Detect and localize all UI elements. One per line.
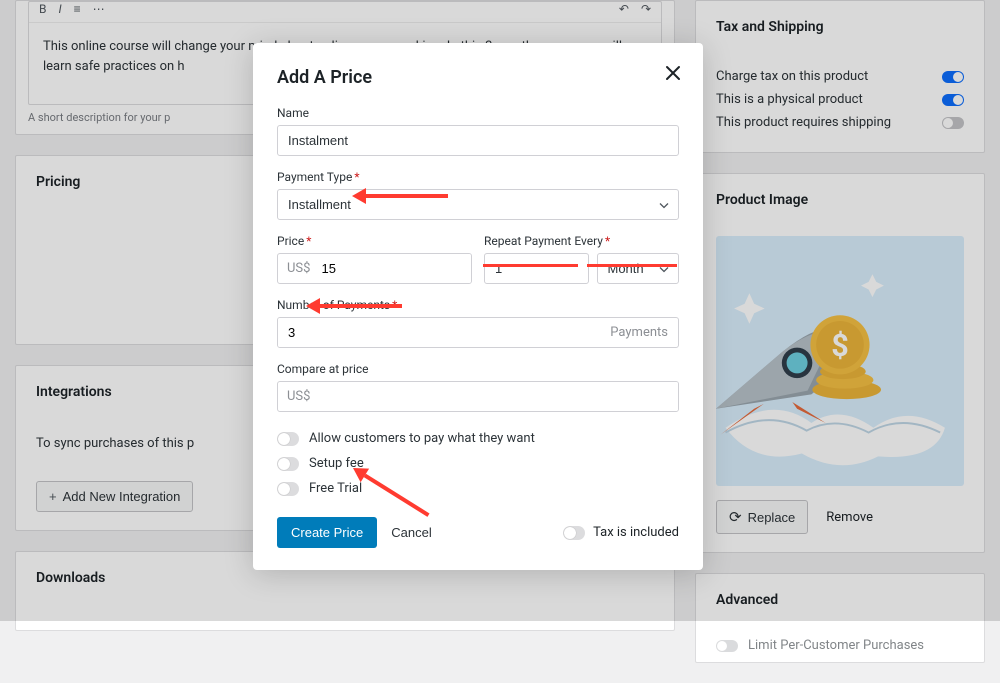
more-icon[interactable]: ⋯ bbox=[93, 2, 105, 16]
modal-title: Add A Price bbox=[277, 67, 679, 88]
refresh-icon: ⟳ bbox=[729, 508, 742, 526]
product-image-preview: $ bbox=[716, 236, 964, 486]
free-trial-label: Free Trial bbox=[309, 481, 362, 496]
pay-what-you-want-toggle[interactable] bbox=[277, 432, 299, 446]
annotation-underline bbox=[587, 264, 677, 267]
annotation-arrow bbox=[306, 300, 402, 312]
undo-icon[interactable]: ↶ bbox=[619, 2, 629, 16]
limit-purchases-label: Limit Per-Customer Purchases bbox=[748, 638, 924, 653]
list-icon[interactable]: ≡ bbox=[74, 2, 81, 16]
compare-price-label: Compare at price bbox=[277, 362, 679, 376]
replace-label: Replace bbox=[748, 510, 796, 525]
remove-image-link[interactable]: Remove bbox=[826, 510, 873, 525]
tax-shipping-title: Tax and Shipping bbox=[716, 19, 964, 35]
tax-included-toggle[interactable] bbox=[563, 526, 585, 540]
advanced-title: Advanced bbox=[716, 592, 964, 608]
close-icon bbox=[665, 65, 681, 81]
pay-what-you-want-label: Allow customers to pay what they want bbox=[309, 431, 535, 446]
compare-price-input[interactable] bbox=[319, 382, 678, 411]
physical-product-label: This is a physical product bbox=[716, 92, 863, 107]
italic-icon[interactable]: I bbox=[58, 2, 61, 16]
setup-fee-toggle[interactable] bbox=[277, 457, 299, 471]
product-image-title: Product Image bbox=[716, 192, 964, 208]
compare-price-currency: US$ bbox=[278, 382, 319, 411]
physical-product-toggle[interactable] bbox=[942, 94, 964, 106]
repeat-number-input[interactable] bbox=[484, 253, 589, 284]
price-input[interactable] bbox=[319, 254, 471, 283]
replace-image-button[interactable]: ⟳ Replace bbox=[716, 500, 808, 534]
name-input[interactable] bbox=[277, 125, 679, 156]
add-integration-label: Add New Integration bbox=[63, 489, 181, 504]
plus-icon: + bbox=[49, 489, 57, 504]
charge-tax-toggle[interactable] bbox=[942, 71, 964, 83]
annotation-underline bbox=[483, 264, 578, 267]
annotation-arrow bbox=[352, 190, 448, 202]
payment-type-select[interactable] bbox=[277, 189, 679, 220]
limit-purchases-toggle[interactable] bbox=[716, 640, 738, 652]
name-label: Name bbox=[277, 106, 679, 120]
repeat-label: Repeat Payment Every* bbox=[484, 234, 679, 248]
close-button[interactable] bbox=[665, 65, 681, 85]
requires-shipping-label: This product requires shipping bbox=[716, 115, 891, 130]
svg-text:$: $ bbox=[831, 329, 849, 364]
rocket-illustration: $ bbox=[716, 236, 964, 486]
redo-icon[interactable]: ↷ bbox=[641, 2, 651, 16]
create-price-button[interactable]: Create Price bbox=[277, 517, 377, 548]
payment-type-label: Payment Type* bbox=[277, 170, 679, 184]
tax-included-label: Tax is included bbox=[593, 525, 679, 540]
free-trial-toggle[interactable] bbox=[277, 482, 299, 496]
price-currency: US$ bbox=[278, 254, 319, 283]
requires-shipping-toggle[interactable] bbox=[942, 117, 964, 129]
downloads-title: Downloads bbox=[36, 570, 654, 586]
repeat-unit-select[interactable] bbox=[597, 253, 680, 284]
num-payments-suffix: Payments bbox=[600, 318, 678, 347]
price-label: Price* bbox=[277, 234, 472, 248]
bold-icon[interactable]: B bbox=[39, 2, 46, 16]
charge-tax-label: Charge tax on this product bbox=[716, 69, 868, 84]
num-payments-input[interactable] bbox=[278, 318, 600, 347]
cancel-button[interactable]: Cancel bbox=[391, 525, 431, 540]
add-integration-button[interactable]: + Add New Integration bbox=[36, 481, 193, 512]
